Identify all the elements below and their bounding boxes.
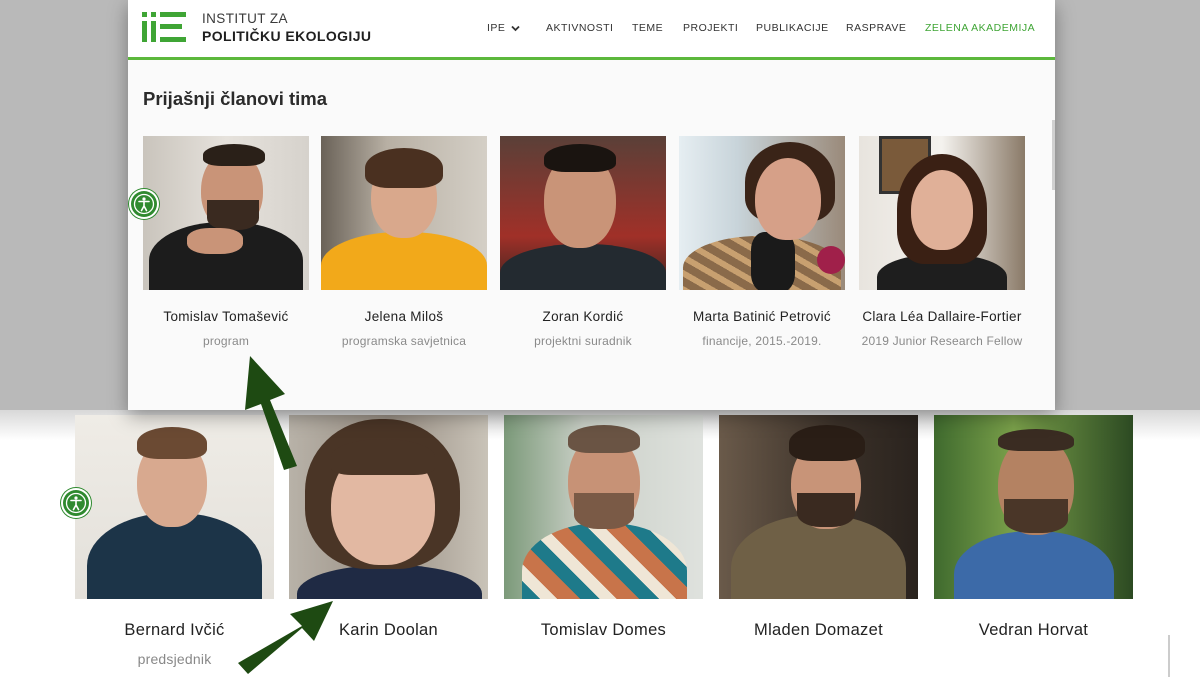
team-member-card[interactable]: Zoran Kordić projektni suradnik xyxy=(500,136,666,351)
current-team-screenshot: Bernard Ivčić predsjednik Karin Doolan T… xyxy=(0,410,1200,677)
member-role: predsjednik xyxy=(137,651,212,667)
nav-item-projekti[interactable]: PROJEKTI xyxy=(683,22,738,34)
nav-item-aktivnosti[interactable]: AKTIVNOSTI xyxy=(546,22,613,34)
member-photo[interactable] xyxy=(504,415,703,599)
accessibility-icon[interactable] xyxy=(63,490,89,516)
team-member-card[interactable]: Bernard Ivčić predsjednik xyxy=(75,415,274,667)
member-name: Tomislav Tomašević xyxy=(163,309,289,324)
member-name: Jelena Miloš xyxy=(364,309,444,324)
team-member-card[interactable]: Karin Doolan xyxy=(289,415,488,651)
section-title: Prijašnji članovi tima xyxy=(143,88,328,109)
scrollbar[interactable] xyxy=(1168,635,1170,677)
member-name: Zoran Kordić xyxy=(542,309,624,324)
member-photo[interactable] xyxy=(719,415,918,599)
nav-item-zelena-akademija[interactable]: ZELENA AKADEMIJA xyxy=(925,22,1035,34)
nav-item-rasprave[interactable]: RASPRAVE xyxy=(846,22,906,34)
member-photo[interactable] xyxy=(500,136,666,290)
team-member-card[interactable]: Mladen Domazet xyxy=(719,415,918,651)
former-team-screenshot: INSTITUT ZA POLITIČKU EKOLOGIJU IPE AKTI… xyxy=(128,0,1055,410)
accessibility-icon[interactable] xyxy=(131,191,157,217)
member-role: financije, 2015.-2019. xyxy=(702,334,822,348)
logo-text-line1[interactable]: INSTITUT ZA xyxy=(202,11,288,26)
member-name: Karin Doolan xyxy=(339,621,438,639)
member-photo[interactable] xyxy=(75,415,274,599)
team-member-card[interactable]: Vedran Horvat xyxy=(934,415,1133,651)
member-photo[interactable] xyxy=(679,136,845,290)
site-header: INSTITUT ZA POLITIČKU EKOLOGIJU IPE AKTI… xyxy=(128,0,1055,57)
team-member-card[interactable]: Marta Batinić Petrović financije, 2015.-… xyxy=(679,136,845,351)
member-role: 2019 Junior Research Fellow xyxy=(861,334,1023,348)
member-name: Vedran Horvat xyxy=(978,621,1089,639)
member-role: projektni suradnik xyxy=(534,334,632,348)
member-name: Bernard Ivčić xyxy=(124,621,225,639)
member-photo[interactable] xyxy=(143,136,309,290)
member-name: Clara Léa Dallaire-Fortier xyxy=(862,309,1022,324)
member-name: Tomislav Domes xyxy=(540,621,667,639)
chevron-down-icon xyxy=(511,25,520,32)
member-photo[interactable] xyxy=(859,136,1025,290)
member-photo[interactable] xyxy=(934,415,1133,599)
team-member-card[interactable]: Tomislav Tomašević program xyxy=(143,136,309,351)
nav-item-teme[interactable]: TEME xyxy=(632,22,663,34)
accessibility-figure xyxy=(133,193,155,215)
nav-item-publikacije[interactable]: PUBLIKACIJE xyxy=(756,22,829,34)
team-member-card[interactable]: Clara Léa Dallaire-Fortier 2019 Junior R… xyxy=(859,136,1025,351)
nav-item-ipe[interactable]: IPE xyxy=(487,22,520,34)
member-name: Mladen Domazet xyxy=(754,621,883,639)
nav-label: IPE xyxy=(487,22,506,34)
logo-text-line2[interactable]: POLITIČKU EKOLOGIJU xyxy=(202,28,371,44)
member-name: Marta Batinić Petrović xyxy=(693,309,831,324)
member-photo[interactable] xyxy=(289,415,488,599)
member-role: programska savjetnica xyxy=(341,334,467,348)
member-photo[interactable] xyxy=(321,136,487,290)
accessibility-figure xyxy=(65,492,87,514)
former-members-section: Prijašnji članovi tima Tomislav Tomaševi… xyxy=(128,60,1055,410)
ipe-logo-icon[interactable] xyxy=(142,12,186,42)
team-member-card[interactable]: Tomislav Domes xyxy=(504,415,703,651)
team-member-card[interactable]: Jelena Miloš programska savjetnica xyxy=(321,136,487,351)
member-role: program xyxy=(202,334,250,348)
scrollbar[interactable] xyxy=(1052,120,1055,190)
